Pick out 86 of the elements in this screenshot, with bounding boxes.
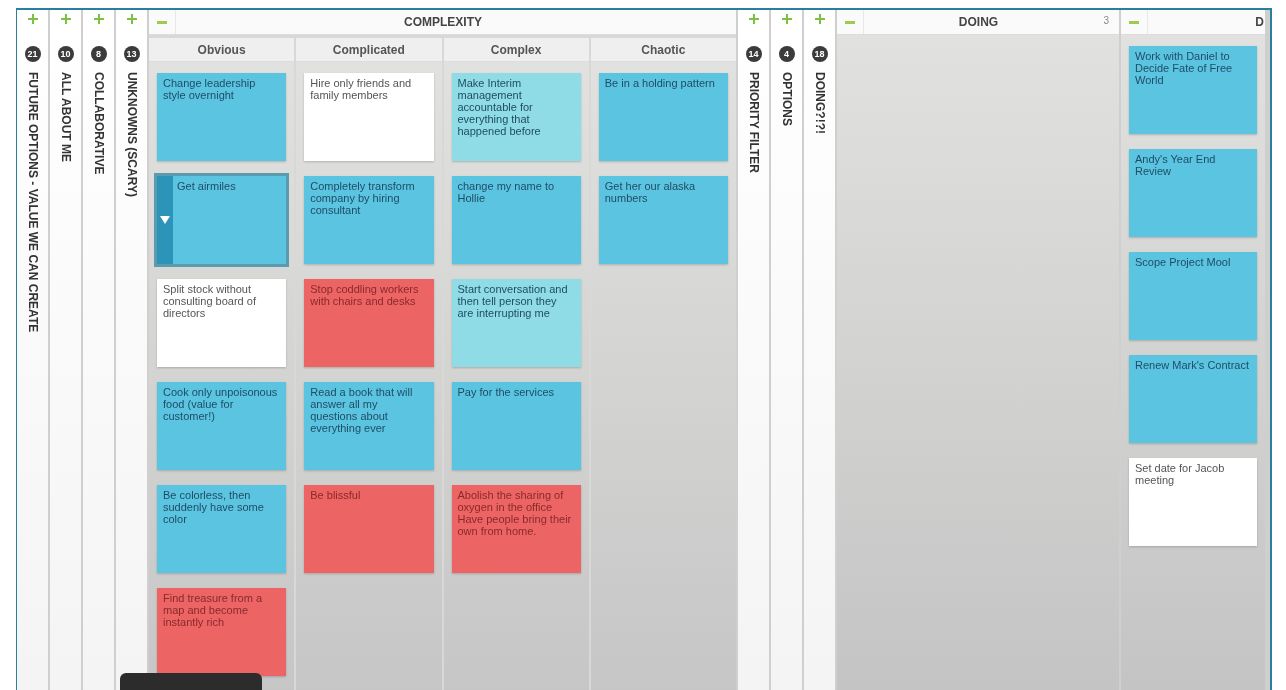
card-text: Scope Project Mool bbox=[1135, 256, 1231, 268]
count-badge: 13 bbox=[123, 46, 140, 62]
card-text: Work with Daniel to Decide Fate of Free World bbox=[1135, 50, 1234, 86]
card-text: Cook only unpoisonous food (value for customer!) bbox=[163, 386, 279, 422]
count-badge: 10 bbox=[57, 46, 74, 62]
column-header: Complex bbox=[443, 38, 589, 62]
add-icon[interactable] bbox=[27, 14, 38, 24]
add-icon[interactable] bbox=[60, 14, 71, 24]
card-text: Renew Mark's Contract bbox=[1135, 359, 1249, 371]
card[interactable]: Abolish the sharing of oxygen in the office Have people bring their own from home. bbox=[451, 485, 581, 573]
lane-title: COMPLEXITY bbox=[403, 15, 483, 29]
count-badge: 8 bbox=[90, 46, 107, 62]
count-badge: 21 bbox=[24, 46, 41, 62]
caret-icon[interactable] bbox=[160, 216, 170, 224]
card[interactable]: Completely transform company by hiring consultant bbox=[304, 176, 434, 264]
add-icon[interactable] bbox=[126, 14, 137, 24]
count-badge: 18 bbox=[811, 46, 828, 62]
column-header: Complicated bbox=[296, 38, 442, 62]
collapsed-lane[interactable]: 21 FUTURE OPTIONS - VALUE WE CAN CREATE bbox=[17, 10, 48, 690]
collapsed-lane[interactable]: 10 ALL ABOUT ME bbox=[50, 10, 81, 690]
card-text: Split stock without consulting board of directors bbox=[163, 283, 257, 319]
count-badge: 14 bbox=[745, 46, 762, 62]
card[interactable]: Be blissful bbox=[304, 485, 434, 573]
card[interactable]: Set date for Jacob meeting bbox=[1129, 458, 1257, 546]
card[interactable]: Andy's Year End Review bbox=[1129, 149, 1257, 237]
card-text: Make Interim management accountable for everything that happened before bbox=[457, 77, 542, 137]
collapsed-lane[interactable]: 18 DOING?!?! bbox=[804, 10, 835, 690]
card-text: Start conversation and then tell person they are interrupting me bbox=[457, 283, 569, 319]
lane-title: D bbox=[1255, 15, 1264, 29]
card[interactable]: Start conversation and then tell person they are interrupting me bbox=[451, 279, 581, 367]
card-text: Be colorless, then suddenly have some color bbox=[163, 489, 265, 525]
card-text: Be blissful bbox=[310, 489, 361, 501]
collapsed-lane[interactable]: 14 PRIORITY FILTER bbox=[738, 10, 769, 690]
card-text: Pay for the services bbox=[457, 386, 555, 398]
collapse-icon[interactable] bbox=[1129, 20, 1139, 24]
card-text: Hire only friends and family members bbox=[310, 77, 413, 101]
collapse-icon[interactable] bbox=[157, 20, 167, 24]
card-text: Completely transform company by hiring consultant bbox=[310, 180, 416, 216]
card[interactable]: Hire only friends and family members bbox=[304, 73, 434, 161]
card-text: Stop coddling workers with chairs and desks bbox=[310, 283, 420, 307]
lane-title: DOING?!?! bbox=[812, 72, 827, 134]
card[interactable]: Stop coddling workers with chairs and desks bbox=[304, 279, 434, 367]
lane-title: PRIORITY FILTER bbox=[746, 72, 761, 173]
card[interactable]: Read a book that will answer all my questions about everything ever bbox=[304, 382, 434, 470]
column-header: Obvious bbox=[149, 38, 295, 62]
card[interactable]: Scope Project Mool bbox=[1129, 252, 1257, 340]
add-icon[interactable] bbox=[781, 14, 792, 24]
card-text: Andy's Year End Review bbox=[1135, 153, 1217, 177]
card[interactable]: Cook only unpoisonous food (value for customer!) bbox=[157, 382, 287, 470]
card[interactable]: Find treasure from a map and become instantly rich bbox=[157, 588, 287, 676]
lane-title: UNKNOWNS (SCARY) bbox=[124, 72, 139, 197]
collapsed-lane[interactable]: 8 COLLABORATIVE bbox=[83, 10, 114, 690]
card-text: Find treasure from a map and become instantly rich bbox=[163, 592, 264, 628]
add-icon[interactable] bbox=[93, 14, 104, 24]
card[interactable]: Be in a holding pattern bbox=[598, 73, 728, 161]
card-text: Be in a holding pattern bbox=[604, 77, 715, 89]
lane-title: OPTIONS bbox=[779, 72, 794, 126]
card[interactable]: Change leadership style overnight bbox=[157, 73, 287, 161]
card-text: Change leadership style overnight bbox=[163, 77, 257, 101]
card-text: Read a book that will answer all my questions about everything ever bbox=[310, 386, 414, 434]
card[interactable]: Get airmiles bbox=[157, 176, 287, 264]
card[interactable]: Pay for the services bbox=[451, 382, 581, 470]
card[interactable]: Get her our alaska numbers bbox=[598, 176, 728, 264]
card[interactable]: Work with Daniel to Decide Fate of Free World bbox=[1129, 46, 1257, 134]
collapsed-lane[interactable]: 13 UNKNOWNS (SCARY) bbox=[116, 10, 147, 690]
lane-title: ALL ABOUT ME bbox=[58, 72, 73, 162]
card[interactable]: change my name to Hollie bbox=[451, 176, 581, 264]
card[interactable]: Split stock without consulting board of directors bbox=[157, 279, 287, 367]
card-text: Get her our alaska numbers bbox=[604, 180, 697, 204]
count-badge: 4 bbox=[778, 46, 795, 62]
card-text: change my name to Hollie bbox=[457, 180, 556, 204]
lane-title: COLLABORATIVE bbox=[91, 72, 106, 175]
card-text: Set date for Jacob meeting bbox=[1135, 462, 1226, 486]
card[interactable]: Make Interim management accountable for everything that happened before bbox=[451, 73, 581, 161]
lane-title: FUTURE OPTIONS - VALUE WE CAN CREATE bbox=[25, 72, 40, 333]
card-text: Get airmiles bbox=[177, 180, 236, 192]
column-header: Chaotic bbox=[590, 38, 736, 62]
card[interactable]: Be colorless, then suddenly have some color bbox=[157, 485, 287, 573]
collapse-icon[interactable] bbox=[845, 20, 855, 24]
lane-title: DOING bbox=[957, 15, 1000, 29]
card-count: 3 bbox=[1103, 15, 1109, 26]
collapsed-lane[interactable]: 4 OPTIONS bbox=[771, 10, 802, 690]
add-icon[interactable] bbox=[814, 14, 825, 24]
card[interactable]: Renew Mark's Contract bbox=[1129, 355, 1257, 443]
card-text: Abolish the sharing of oxygen in the office Have people bring their own from home. bbox=[457, 489, 573, 537]
add-icon[interactable] bbox=[748, 14, 759, 24]
